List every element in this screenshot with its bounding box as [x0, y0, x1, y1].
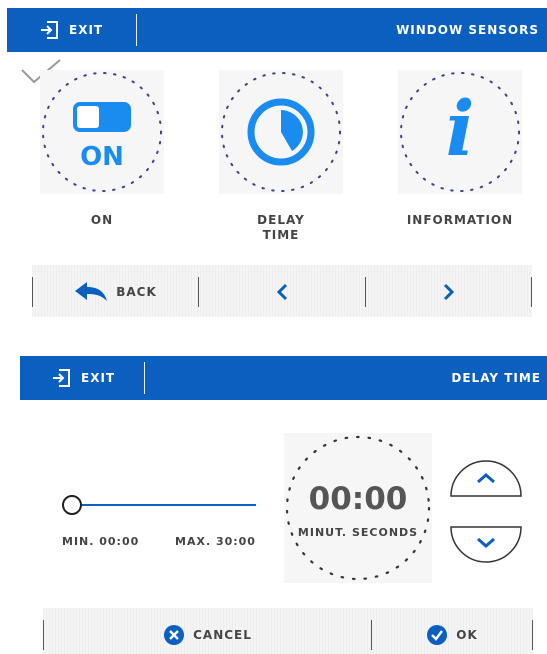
- tile-delay-time[interactable]: [219, 70, 343, 194]
- cancel-button[interactable]: CANCEL: [44, 620, 371, 650]
- page-title: DELAY TIME: [451, 371, 541, 385]
- slider-thumb[interactable]: [62, 495, 82, 515]
- page-title: WINDOW SENSORS: [396, 23, 539, 37]
- on-badge: ON: [80, 142, 124, 172]
- exit-icon: [41, 21, 58, 39]
- cancel-icon: [164, 625, 185, 645]
- slider-max-label: MAX. 30:00: [175, 535, 256, 548]
- chevron-left-icon: [276, 283, 288, 301]
- exit-label: EXIT: [69, 23, 104, 37]
- exit-button[interactable]: EXIT: [51, 356, 115, 400]
- header-bar-window-sensors: EXIT WINDOW SENSORS: [7, 8, 547, 52]
- previous-button[interactable]: [199, 277, 365, 307]
- delay-slider[interactable]: [62, 495, 256, 515]
- timer-display: 00:00 MINUT. SECONDS: [284, 433, 432, 583]
- slider-min-label: MIN. 00:00: [62, 535, 140, 548]
- chevron-right-icon: [443, 283, 454, 301]
- exit-icon: [53, 369, 70, 387]
- nav-divider: [531, 277, 532, 307]
- exit-label: EXIT: [81, 371, 116, 385]
- tile-delay-time-label-line2: TIME: [262, 228, 300, 242]
- footer-divider: [532, 620, 533, 650]
- timer-units: MINUT. SECONDS: [284, 526, 432, 539]
- tile-on-label: ON: [90, 213, 114, 227]
- tile-delay-time-label-line1: DELAY: [257, 213, 305, 227]
- ok-check-icon: [427, 625, 448, 645]
- cancel-label: CANCEL: [193, 628, 252, 642]
- slider-track: [62, 504, 256, 506]
- tile-on[interactable]: ON: [40, 70, 164, 194]
- clock-icon: [247, 98, 315, 166]
- header-divider: [144, 362, 145, 394]
- tile-delay-time-label: DELAY TIME: [219, 213, 343, 243]
- ok-label: OK: [456, 628, 478, 642]
- ok-button[interactable]: OK: [372, 620, 532, 650]
- next-button[interactable]: [366, 277, 531, 307]
- decrease-button[interactable]: [450, 525, 522, 565]
- timer-value: 00:00: [308, 481, 408, 517]
- back-button[interactable]: BACK: [33, 277, 198, 307]
- back-arrow-icon: [75, 282, 108, 301]
- minutes-label: MINUT.: [297, 526, 348, 539]
- exit-button[interactable]: EXIT: [39, 8, 103, 52]
- header-divider: [136, 14, 137, 46]
- tile-information-label: INFORMATION: [406, 213, 514, 227]
- increase-button[interactable]: [450, 458, 522, 498]
- tile-information[interactable]: i: [398, 70, 522, 194]
- header-bar-delay-time: EXIT DELAY TIME: [20, 356, 547, 400]
- info-icon: i: [445, 84, 475, 173]
- toggle-switch-icon: [73, 102, 131, 132]
- seconds-label: SECONDS: [351, 526, 419, 539]
- back-label: BACK: [116, 285, 157, 299]
